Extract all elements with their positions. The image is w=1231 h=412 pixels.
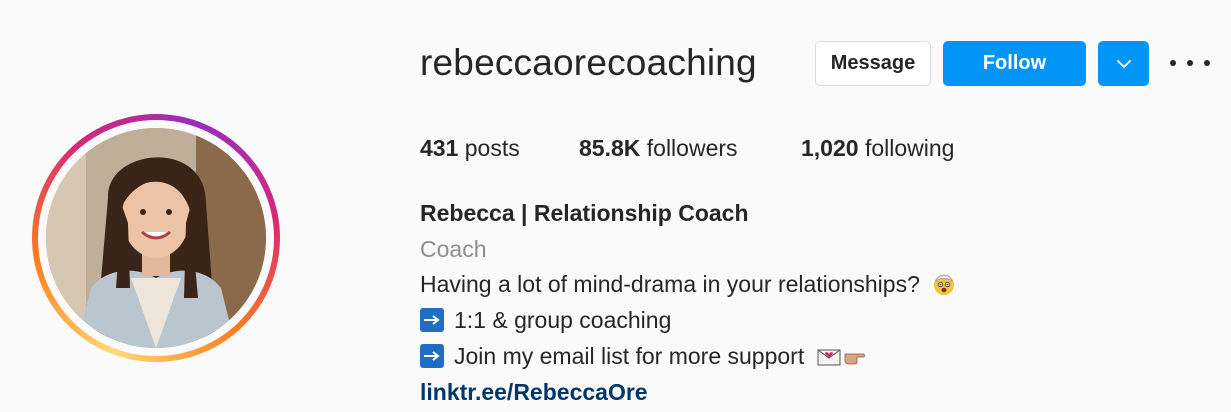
username: rebeccaorecoaching [420, 42, 757, 83]
following-link[interactable]: 1,020 following [801, 135, 954, 162]
message-button[interactable]: Message [815, 41, 931, 86]
following-count: 1,020 [801, 135, 859, 161]
posts-stat: 431 posts [420, 135, 520, 162]
more-options-icon[interactable] [1170, 50, 1210, 76]
avatar-gap [38, 120, 274, 356]
bio-line-2-text: 1:1 & group coaching [454, 307, 672, 333]
bio-line-1: Having a lot of mind-drama in your relat… [420, 271, 956, 298]
exploding-head-emoji [934, 274, 955, 295]
profile-photo [46, 128, 266, 348]
posts-count: 431 [420, 135, 459, 161]
posts-label: posts [464, 135, 520, 161]
bio-line-1-text: Having a lot of mind-drama in your relat… [420, 271, 920, 297]
story-ring[interactable] [32, 114, 280, 362]
more-dot [1204, 60, 1210, 66]
right-arrow-emoji [420, 308, 444, 332]
bio-link[interactable]: linktr.ee/RebeccaOre [420, 379, 648, 406]
right-arrow-emoji [420, 344, 444, 368]
followers-count: 85.8K [579, 135, 641, 161]
bio-line-3: Join my email list for more support [420, 343, 867, 370]
profile-header: rebeccaorecoaching Message Follow 431 po… [0, 0, 1231, 412]
follow-button[interactable]: Follow [943, 41, 1086, 86]
suggested-accounts-button[interactable] [1098, 41, 1149, 86]
category-label: Coach [420, 236, 487, 262]
pointing-right-emoji [844, 353, 865, 365]
avatar[interactable] [46, 128, 266, 348]
more-dot [1170, 60, 1176, 66]
bio-line-3-text: Join my email list for more support [454, 343, 805, 369]
love-letter-emoji [817, 349, 841, 366]
bio-line-2: 1:1 & group coaching [420, 307, 671, 334]
chevron-down-icon [1116, 59, 1131, 68]
following-label: following [864, 135, 955, 161]
more-dot [1187, 60, 1193, 66]
followers-link[interactable]: 85.8K followers [579, 135, 738, 162]
followers-label: followers [646, 135, 738, 161]
full-name: Rebecca | Relationship Coach [420, 200, 749, 226]
